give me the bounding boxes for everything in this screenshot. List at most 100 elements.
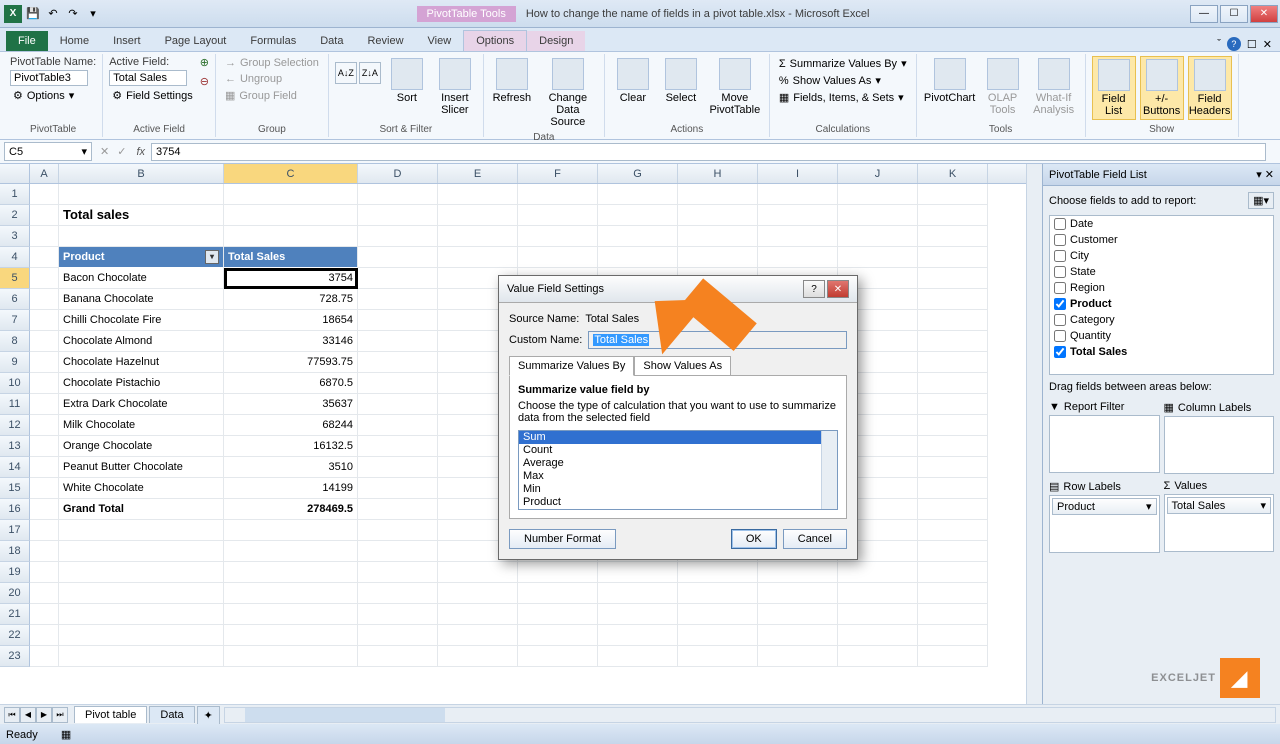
cell-K9[interactable] bbox=[918, 352, 988, 373]
field-list-toggle[interactable]: Field List bbox=[1092, 56, 1136, 120]
cell-J3[interactable] bbox=[838, 226, 918, 247]
cell-B12[interactable]: Milk Chocolate bbox=[59, 415, 224, 436]
cell-K16[interactable] bbox=[918, 499, 988, 520]
cell-G20[interactable] bbox=[598, 583, 678, 604]
cell-K22[interactable] bbox=[918, 625, 988, 646]
minimize-button[interactable]: — bbox=[1190, 5, 1218, 23]
ok-button[interactable]: OK bbox=[731, 529, 777, 549]
row-header-19[interactable]: 19 bbox=[0, 562, 30, 583]
cell-H20[interactable] bbox=[678, 583, 758, 604]
cell-E2[interactable] bbox=[438, 205, 518, 226]
cell-I4[interactable] bbox=[758, 247, 838, 268]
cell-D17[interactable] bbox=[358, 520, 438, 541]
field-category[interactable]: Category bbox=[1050, 312, 1273, 328]
cell-A1[interactable] bbox=[30, 184, 59, 205]
summarize-option-product[interactable]: Product bbox=[519, 496, 837, 509]
save-icon[interactable]: 💾 bbox=[24, 5, 42, 23]
row-header-13[interactable]: 13 bbox=[0, 436, 30, 457]
column-header-F[interactable]: F bbox=[518, 164, 598, 183]
maximize-button[interactable]: ☐ bbox=[1220, 5, 1248, 23]
field-checkbox[interactable] bbox=[1054, 314, 1066, 326]
active-field-input[interactable] bbox=[109, 70, 187, 86]
cell-G3[interactable] bbox=[598, 226, 678, 247]
summarize-option-average[interactable]: Average bbox=[519, 457, 837, 470]
cell-A10[interactable] bbox=[30, 373, 59, 394]
cell-J21[interactable] bbox=[838, 604, 918, 625]
cell-A20[interactable] bbox=[30, 583, 59, 604]
select-all-corner[interactable] bbox=[0, 164, 30, 183]
tab-summarize-values[interactable]: Summarize Values By bbox=[509, 356, 634, 376]
cell-D22[interactable] bbox=[358, 625, 438, 646]
cell-B1[interactable] bbox=[59, 184, 224, 205]
show-values-as-button[interactable]: % Show Values As ▾ bbox=[776, 73, 910, 88]
cell-B2[interactable]: Total sales bbox=[59, 205, 224, 226]
tab-nav-prev[interactable]: ◀ bbox=[20, 707, 36, 723]
help-icon[interactable]: ? bbox=[1227, 37, 1241, 51]
row-header-1[interactable]: 1 bbox=[0, 184, 30, 205]
tab-home[interactable]: Home bbox=[48, 31, 101, 51]
cell-D21[interactable] bbox=[358, 604, 438, 625]
cell-A13[interactable] bbox=[30, 436, 59, 457]
cell-H21[interactable] bbox=[678, 604, 758, 625]
cell-B7[interactable]: Chilli Chocolate Fire bbox=[59, 310, 224, 331]
cell-K15[interactable] bbox=[918, 478, 988, 499]
chip-product[interactable]: Product▾ bbox=[1052, 498, 1157, 515]
sort-button[interactable]: Sort bbox=[385, 56, 429, 106]
cell-G19[interactable] bbox=[598, 562, 678, 583]
cell-A8[interactable] bbox=[30, 331, 59, 352]
row-header-21[interactable]: 21 bbox=[0, 604, 30, 625]
cell-H1[interactable] bbox=[678, 184, 758, 205]
dialog-close-button[interactable]: ✕ bbox=[827, 280, 849, 298]
field-state[interactable]: State bbox=[1050, 264, 1273, 280]
cell-D2[interactable] bbox=[358, 205, 438, 226]
cell-I3[interactable] bbox=[758, 226, 838, 247]
tab-file[interactable]: File bbox=[6, 31, 48, 51]
cell-E4[interactable] bbox=[438, 247, 518, 268]
column-header-A[interactable]: A bbox=[30, 164, 59, 183]
field-list-fields[interactable]: DateCustomerCityStateRegionProductCatego… bbox=[1049, 215, 1274, 375]
vertical-scrollbar[interactable] bbox=[1026, 164, 1042, 704]
field-checkbox[interactable] bbox=[1054, 250, 1066, 262]
cell-K2[interactable] bbox=[918, 205, 988, 226]
listbox-scrollbar[interactable] bbox=[821, 431, 837, 509]
column-header-D[interactable]: D bbox=[358, 164, 438, 183]
cell-K12[interactable] bbox=[918, 415, 988, 436]
cell-A12[interactable] bbox=[30, 415, 59, 436]
cell-D12[interactable] bbox=[358, 415, 438, 436]
cell-C12[interactable]: 68244 bbox=[224, 415, 358, 436]
row-header-9[interactable]: 9 bbox=[0, 352, 30, 373]
cell-D9[interactable] bbox=[358, 352, 438, 373]
cell-K8[interactable] bbox=[918, 331, 988, 352]
field-headers-toggle[interactable]: Field Headers bbox=[1188, 56, 1232, 120]
row-header-20[interactable]: 20 bbox=[0, 583, 30, 604]
cell-B15[interactable]: White Chocolate bbox=[59, 478, 224, 499]
summarize-function-listbox[interactable]: SumCountAverageMaxMinProduct bbox=[518, 430, 838, 510]
tab-page-layout[interactable]: Page Layout bbox=[153, 31, 239, 51]
cell-H3[interactable] bbox=[678, 226, 758, 247]
cell-K3[interactable] bbox=[918, 226, 988, 247]
cell-B17[interactable] bbox=[59, 520, 224, 541]
cell-B22[interactable] bbox=[59, 625, 224, 646]
cell-G22[interactable] bbox=[598, 625, 678, 646]
cell-F20[interactable] bbox=[518, 583, 598, 604]
cell-K23[interactable] bbox=[918, 646, 988, 667]
cell-C8[interactable]: 33146 bbox=[224, 331, 358, 352]
cell-D18[interactable] bbox=[358, 541, 438, 562]
summarize-option-max[interactable]: Max bbox=[519, 470, 837, 483]
cell-C20[interactable] bbox=[224, 583, 358, 604]
tab-data[interactable]: Data bbox=[308, 31, 355, 51]
cell-D16[interactable] bbox=[358, 499, 438, 520]
cell-J1[interactable] bbox=[838, 184, 918, 205]
cell-A11[interactable] bbox=[30, 394, 59, 415]
cell-C23[interactable] bbox=[224, 646, 358, 667]
cell-H4[interactable] bbox=[678, 247, 758, 268]
cell-B19[interactable] bbox=[59, 562, 224, 583]
column-header-E[interactable]: E bbox=[438, 164, 518, 183]
column-header-K[interactable]: K bbox=[918, 164, 988, 183]
cell-E20[interactable] bbox=[438, 583, 518, 604]
row-header-3[interactable]: 3 bbox=[0, 226, 30, 247]
cell-D13[interactable] bbox=[358, 436, 438, 457]
row-header-11[interactable]: 11 bbox=[0, 394, 30, 415]
cell-A2[interactable] bbox=[30, 205, 59, 226]
row-header-6[interactable]: 6 bbox=[0, 289, 30, 310]
